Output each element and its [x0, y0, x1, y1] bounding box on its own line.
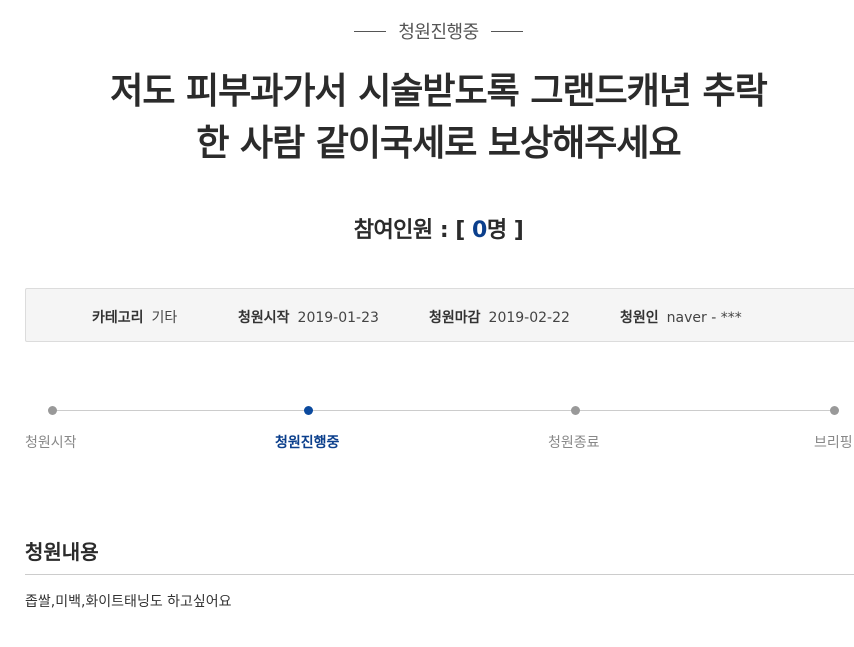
- petition-meta-box: 카테고리 기타 청원시작 2019-01-23 청원마감 2019-02-22 청원인…: [25, 288, 854, 342]
- meta-category-value: 기타: [151, 310, 178, 326]
- step-dot-in-progress: [304, 406, 313, 415]
- meta-start-label: 청원시작: [238, 310, 290, 326]
- meta-author: 청원인 naver - ***: [620, 307, 742, 327]
- meta-end: 청원마감 2019-02-22: [429, 307, 570, 327]
- participant-number: 0: [472, 218, 487, 243]
- status-rule-right: [490, 30, 523, 32]
- participant-prefix: 참여인원 : [: [353, 218, 472, 243]
- step-dot-briefing: [830, 406, 839, 415]
- petition-title-line-2: 한 사람 같이국세로 보상해주세요: [196, 123, 681, 164]
- step-dot-ended: [571, 406, 580, 415]
- meta-end-value: 2019-02-22: [488, 310, 570, 326]
- meta-end-label: 청원마감: [429, 310, 481, 326]
- step-label-briefing: 브리핑: [814, 435, 853, 451]
- meta-category-label: 카테고리: [92, 310, 144, 326]
- petition-title-line-1: 저도 피부과가서 시술받도록 그랜드캐년 추락: [110, 71, 767, 112]
- meta-start-value: 2019-01-23: [297, 310, 379, 326]
- meta-category: 카테고리 기타: [92, 307, 177, 327]
- petition-progress-steps: 청원시작 청원진행중 청원종료 브리핑: [0, 400, 854, 460]
- step-dot-start: [48, 406, 57, 415]
- petition-page: 청원진행중 저도 피부과가서 시술받도록 그랜드캐년 추락 한 사람 같이국세로…: [0, 0, 854, 647]
- content-divider: [25, 574, 854, 575]
- status-line: 청원진행중: [0, 18, 854, 44]
- step-label-in-progress: 청원진행중: [275, 435, 340, 451]
- status-rule-left: [354, 30, 387, 32]
- meta-author-value: naver - ***: [666, 310, 742, 326]
- petition-title: 저도 피부과가서 시술받도록 그랜드캐년 추락 한 사람 같이국세로 보상해주세…: [0, 66, 854, 170]
- meta-author-label: 청원인: [620, 310, 659, 326]
- participant-count: 참여인원 : [ 0명 ]: [0, 212, 854, 244]
- progress-track: [52, 410, 834, 411]
- meta-start: 청원시작 2019-01-23: [238, 307, 379, 327]
- status-label: 청원진행중: [398, 22, 479, 43]
- content-body: 좁쌀,미백,화이트태닝도 하고싶어요: [25, 594, 232, 610]
- step-label-ended: 청원종료: [548, 435, 600, 451]
- participant-suffix: 명 ]: [486, 218, 524, 243]
- step-label-start: 청원시작: [25, 435, 77, 451]
- content-heading: 청원내용: [25, 540, 99, 564]
